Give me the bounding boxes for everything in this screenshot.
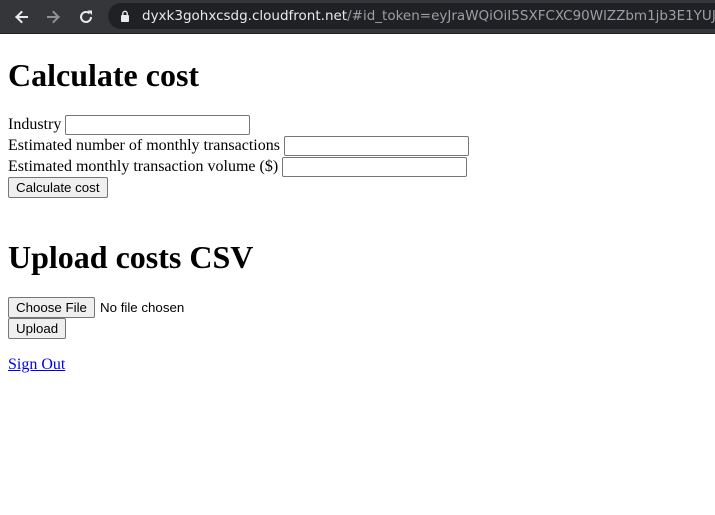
arrow-right-icon: [47, 10, 60, 24]
lock-icon: [121, 10, 129, 22]
url-path: /#id_token=eyJraWQiOiI5SXFCXC90WlZZbm1jb…: [347, 8, 715, 24]
url-text: dyxk3gohxcsdg.cloudfront.net/#id_token=e…: [142, 8, 715, 24]
back-button[interactable]: [9, 5, 33, 29]
transactions-row: Estimated number of monthly transactions: [8, 135, 469, 157]
choose-file-button[interactable]: Choose File: [8, 297, 95, 318]
upload-button[interactable]: Upload: [8, 318, 67, 339]
arrow-left-icon: [15, 10, 28, 24]
file-status-text: No file chosen: [100, 300, 185, 315]
forward-button[interactable]: [42, 5, 66, 29]
industry-input[interactable]: [65, 115, 251, 135]
upload-csv-heading: Upload costs CSV: [8, 239, 254, 275]
address-bar[interactable]: dyxk3gohxcsdg.cloudfront.net/#id_token=e…: [108, 3, 715, 29]
reload-button[interactable]: [74, 5, 98, 29]
volume-row: Estimated monthly transaction volume ($): [8, 156, 468, 178]
volume-label: Estimated monthly transaction volume ($): [8, 158, 279, 175]
url-host: dyxk3gohxcsdg.cloudfront.net: [142, 8, 348, 24]
calculate-cost-button[interactable]: Calculate cost: [8, 177, 108, 198]
volume-input[interactable]: [282, 157, 468, 177]
transactions-input[interactable]: [283, 136, 469, 156]
sign-out-link[interactable]: Sign Out: [8, 356, 65, 374]
calculate-cost-heading: Calculate cost: [8, 57, 200, 93]
browser-toolbar: dyxk3gohxcsdg.cloudfront.net/#id_token=e…: [0, 0, 715, 34]
reload-icon: [80, 10, 92, 23]
page-content: Calculate cost Industry Estimated number…: [0, 35, 715, 515]
transactions-label: Estimated number of monthly transactions: [8, 137, 280, 154]
industry-label: Industry: [8, 116, 62, 133]
industry-row: Industry: [8, 114, 251, 136]
